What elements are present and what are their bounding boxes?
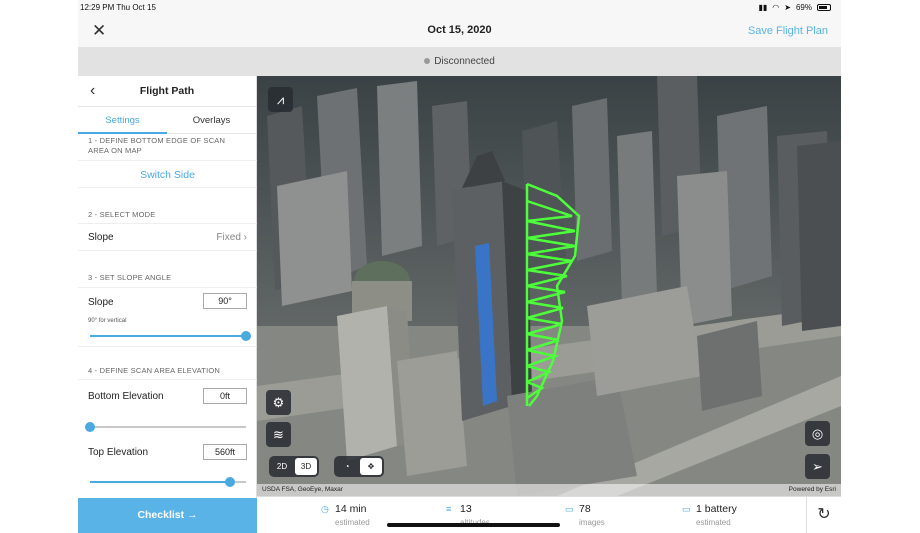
save-flight-plan-button[interactable]: Save Flight Plan bbox=[748, 25, 828, 37]
view-3d-option[interactable]: 3D bbox=[295, 458, 317, 475]
mode-label: Slope bbox=[88, 232, 114, 243]
panel-tabs: Settings Overlays bbox=[78, 107, 256, 134]
flight-stats-bar: ◷ 14 min estimated ≡ 13 altitudes ▭ 78 i… bbox=[257, 496, 841, 533]
stat-value: 1 battery bbox=[696, 503, 737, 515]
flight-path-panel: ‹ Flight Path Settings Overlays 1 - DEFI… bbox=[78, 76, 257, 533]
altitudes-icon: ≡ bbox=[446, 504, 452, 514]
tab-settings[interactable]: Settings bbox=[78, 107, 167, 133]
slope-slider[interactable] bbox=[90, 331, 251, 341]
navigation-arrow-icon: ➢ bbox=[812, 459, 823, 474]
page-title: Oct 15, 2020 bbox=[427, 24, 492, 36]
tab-indicator bbox=[78, 132, 167, 134]
top-elevation-label: Top Elevation bbox=[88, 447, 149, 458]
app-frame: 12:29 PM Thu Oct 15 ▮▮ ◠ ➤ 69% ✕ Oct 15,… bbox=[78, 0, 841, 533]
layers-button[interactable]: ≋ bbox=[266, 422, 291, 447]
chart-line-icon: ⩘ bbox=[276, 92, 285, 107]
images-icon: ▭ bbox=[565, 504, 574, 514]
bottom-elevation-input[interactable]: 0ft bbox=[203, 388, 247, 404]
chevron-right-icon: › bbox=[243, 232, 247, 243]
map-settings-button[interactable]: ⚙ bbox=[266, 390, 291, 415]
city-3d-scene bbox=[257, 76, 841, 496]
step-2-label: 2 - SELECT MODE bbox=[88, 210, 156, 219]
top-elevation-input[interactable]: 560ft bbox=[203, 444, 247, 460]
slider-fill bbox=[90, 481, 231, 483]
clock-icon: ◷ bbox=[321, 504, 329, 514]
navigation-toggle: ◔ ✥ bbox=[334, 456, 384, 477]
connection-status: Disconnected bbox=[434, 56, 495, 67]
layers-icon: ≋ bbox=[273, 427, 284, 442]
gear-icon: ⚙ bbox=[272, 395, 285, 410]
panel-header: ‹ Flight Path bbox=[78, 76, 256, 107]
slope-input[interactable]: 90° bbox=[203, 293, 247, 309]
tab-overlays[interactable]: Overlays bbox=[167, 107, 256, 133]
status-right: ▮▮ ◠ ➤ 69% bbox=[758, 3, 831, 12]
top-header: ✕ Oct 15, 2020 Save Flight Plan bbox=[78, 16, 841, 47]
switch-side-row: Switch Side bbox=[78, 160, 257, 188]
view-2d-option[interactable]: 2D bbox=[271, 458, 293, 475]
connection-status-bar: Disconnected bbox=[78, 47, 841, 76]
compass-icon[interactable]: ◔ bbox=[336, 458, 358, 475]
slider-fill bbox=[90, 335, 246, 337]
step-3-label: 3 - SET SLOPE ANGLE bbox=[88, 273, 172, 282]
slider-knob[interactable] bbox=[241, 331, 251, 341]
top-elevation-slider[interactable] bbox=[90, 477, 246, 487]
refresh-icon: ↻ bbox=[817, 506, 831, 523]
map-view[interactable]: ⩘ ⚙ ≋ 2D 3D ◔ ✥ ◎ ➢ USDA FSA, GeoEye, Ma… bbox=[257, 76, 841, 496]
checklist-button[interactable]: Checklist → bbox=[78, 498, 257, 533]
status-bar: 12:29 PM Thu Oct 15 ▮▮ ◠ ➤ 69% bbox=[78, 0, 841, 16]
battery-percent: 69% bbox=[795, 3, 812, 12]
refresh-button[interactable]: ↻ bbox=[806, 497, 841, 533]
stat-value: 14 min bbox=[335, 503, 367, 515]
view-toggle: 2D 3D bbox=[269, 456, 319, 477]
status-time: 12:29 PM Thu Oct 15 bbox=[80, 3, 156, 12]
mode-row[interactable]: Slope Fixed › bbox=[78, 223, 257, 251]
slope-row: Slope 90° 90° for vertical bbox=[78, 287, 257, 347]
stat-sub: images bbox=[579, 518, 605, 527]
status-dot-icon bbox=[424, 58, 431, 64]
step-4-label: 4 - DEFINE SCAN AREA ELEVATION bbox=[88, 366, 221, 375]
pan-move-icon[interactable]: ✥ bbox=[360, 458, 382, 475]
attribution-left: USDA FSA, GeoEye, Maxar bbox=[262, 486, 343, 493]
slope-hint: 90° for vertical bbox=[88, 318, 127, 324]
slope-label: Slope bbox=[88, 297, 114, 308]
home-indicator bbox=[387, 523, 560, 527]
stat-value: 13 bbox=[460, 503, 472, 515]
stat-value: 78 bbox=[579, 503, 591, 515]
signal-icon: ▮▮ bbox=[758, 3, 768, 12]
battery-icon: ▭ bbox=[682, 504, 691, 514]
step-1-label: 1 - DEFINE BOTTOM EDGE OF SCAN AREA ON M… bbox=[88, 136, 226, 155]
panel-title: Flight Path bbox=[139, 85, 195, 97]
stat-sub: estimated bbox=[696, 518, 731, 527]
navigate-button[interactable]: ➢ bbox=[805, 454, 830, 479]
crosshair-icon: ◎ bbox=[811, 426, 824, 441]
map-attribution: USDA FSA, GeoEye, Maxar Powered by Esri bbox=[257, 484, 841, 496]
stat-sub: estimated bbox=[335, 518, 370, 527]
bottom-elevation-slider[interactable] bbox=[85, 422, 246, 432]
switch-side-button[interactable]: Switch Side bbox=[78, 169, 257, 181]
slider-knob[interactable] bbox=[85, 422, 95, 432]
attribution-right: Powered by Esri bbox=[788, 486, 836, 493]
location-icon: ➤ bbox=[784, 3, 791, 12]
elevation-profile-button[interactable]: ⩘ bbox=[268, 87, 293, 112]
bottom-elevation-label: Bottom Elevation bbox=[88, 391, 164, 402]
my-location-button[interactable]: ◎ bbox=[805, 421, 830, 446]
elevation-section: Bottom Elevation 0ft Top Elevation 560ft bbox=[78, 379, 257, 499]
wifi-icon: ◠ bbox=[772, 3, 780, 12]
slider-knob[interactable] bbox=[225, 477, 236, 487]
battery-icon bbox=[817, 4, 831, 11]
mode-value: Fixed › bbox=[216, 232, 247, 243]
